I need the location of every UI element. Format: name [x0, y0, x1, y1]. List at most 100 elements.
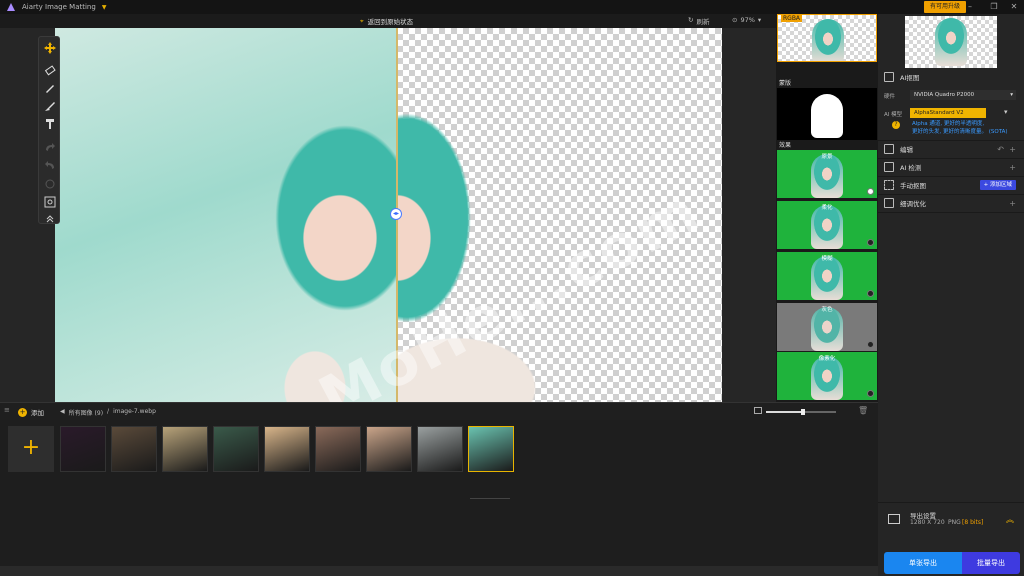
radio-icon[interactable] — [867, 341, 874, 348]
section-refine[interactable]: 细调优化 + — [878, 194, 1024, 212]
add-area-button[interactable]: + 添加区域 — [979, 180, 1016, 190]
rgba-preview[interactable]: RGBA — [777, 14, 877, 62]
model-select[interactable]: AlphaStandard V2 — [910, 108, 986, 118]
collapse-chevron-icon[interactable]: ︽ — [1006, 514, 1014, 525]
section-title: 手动抠图 — [900, 182, 926, 190]
help-icon[interactable]: ? — [892, 121, 900, 129]
file-thumbnail[interactable] — [264, 426, 310, 472]
single-export-button[interactable]: 单张导出 — [884, 552, 962, 574]
horizontal-scrollbar[interactable] — [0, 566, 878, 576]
effects-label: 效果 — [779, 142, 792, 149]
thumbnail-size-slider[interactable] — [766, 409, 836, 415]
model-value: AlphaStandard V2 — [914, 110, 964, 116]
back-arrow-icon[interactable]: ◀ — [60, 408, 65, 417]
plus-icon[interactable]: + — [1009, 145, 1016, 154]
file-thumbnail[interactable] — [315, 426, 361, 472]
mask-preview[interactable] — [777, 88, 877, 140]
section-ai-detect[interactable]: AI 检测 + — [878, 158, 1024, 176]
ai-matting-icon — [884, 72, 894, 82]
chevron-down-icon[interactable]: ▼ — [102, 4, 107, 11]
chevron-down-icon[interactable]: ▾ — [1004, 108, 1008, 116]
add-button[interactable]: + 添加 — [18, 407, 44, 417]
paint-brush-icon[interactable] — [43, 99, 57, 113]
section-title: 细调优化 — [900, 200, 926, 208]
export-settings[interactable]: 导出设置 1280 X 720 PNG [8 bits] ︽ — [878, 512, 1024, 548]
settings-sidebar: AI抠图 硬件 NVIDIA Quadro P2000 ▾ AI 模型 Alph… — [878, 14, 1024, 576]
file-thumbnail[interactable] — [111, 426, 157, 472]
mask-subject — [811, 94, 843, 138]
undo-icon[interactable]: ↶ — [997, 145, 1004, 154]
trash-icon[interactable]: 🗑 — [858, 406, 868, 415]
breadcrumb-separator: / — [107, 408, 110, 415]
brush-icon[interactable] — [43, 81, 57, 95]
radio-icon[interactable] — [867, 390, 874, 397]
batch-export-button[interactable]: 批量导出 — [962, 552, 1020, 574]
chevron-down-icon: ▾ — [1010, 92, 1013, 98]
file-thumbnail[interactable] — [366, 426, 412, 472]
canvas-toolbar: ⌖ 返回到原始状态 ↻ 刷新 ⊙ 97% ▾ — [0, 14, 776, 28]
section-ai-matting[interactable]: AI抠图 — [878, 70, 1024, 84]
close-icon[interactable]: ✕ — [1006, 0, 1022, 14]
chevron-down-icon: ▾ — [757, 16, 762, 24]
export-resolution: 1280 X 720 — [910, 519, 945, 526]
section-title: AI 检测 — [900, 164, 922, 172]
file-thumbnail[interactable] — [213, 426, 259, 472]
rgba-label: RGBA — [781, 15, 803, 22]
model-description-line2: 更好的头发, 更好的清晰度量。 (SOTA) — [912, 129, 1008, 135]
app-logo-icon — [7, 3, 15, 11]
minimize-icon[interactable]: – — [962, 0, 978, 14]
plus-icon[interactable]: + — [1009, 163, 1016, 172]
thumb-subject — [935, 18, 967, 66]
hardware-select[interactable]: NVIDIA Quadro P2000 ▾ — [910, 90, 1016, 100]
plus-icon[interactable]: + — [1009, 199, 1016, 208]
selected-check-icon[interactable] — [867, 188, 874, 195]
collapse-icon[interactable] — [43, 211, 57, 225]
refresh-button[interactable]: ↻ 刷新 — [688, 16, 709, 26]
menu-icon[interactable]: ≡ — [4, 406, 10, 414]
fit-screen-icon[interactable] — [43, 195, 57, 209]
effect-subject — [811, 205, 843, 249]
crop-icon: ⌖ — [360, 16, 364, 25]
effect-pixelate[interactable]: 像素化 — [777, 352, 877, 400]
section-edit[interactable]: 编辑 ↶ + — [878, 140, 1024, 158]
add-image-tile[interactable]: + — [8, 426, 54, 472]
redo-icon[interactable] — [43, 141, 57, 155]
model-description-line1: Alpha 通道, 更好的半透明度, — [912, 121, 985, 127]
effect-gray[interactable]: 灰色 — [777, 303, 877, 351]
slider-knob[interactable] — [801, 409, 805, 415]
upgrade-button[interactable]: 有可用升级 — [923, 1, 966, 13]
revert-button[interactable]: ⌖ 返回到原始状态 — [360, 16, 413, 27]
export-format: PNG — [948, 519, 961, 526]
file-bar: ≡ + 添加 ◀ 所有图像 (9) / image-7.webp 🗑 — [0, 402, 878, 420]
eraser-icon[interactable] — [43, 63, 57, 77]
effect-caption: 模糊 — [821, 256, 833, 262]
divider — [878, 502, 1024, 503]
radio-icon[interactable] — [867, 239, 874, 246]
image-size-icon — [754, 407, 762, 414]
roller-icon[interactable] — [43, 117, 57, 131]
image-strip: + — [0, 420, 878, 566]
undo-icon[interactable] — [43, 159, 57, 173]
effect-soften[interactable]: 柔化 — [777, 201, 877, 249]
slider-fill — [766, 411, 801, 413]
radio-icon[interactable] — [867, 290, 874, 297]
move-tool-icon[interactable] — [43, 41, 57, 55]
reset-icon[interactable] — [43, 177, 57, 191]
effect-blur[interactable]: 模糊 — [777, 252, 877, 300]
maximize-icon[interactable]: ❐ — [986, 0, 1002, 14]
breadcrumb-all-images[interactable]: 所有图像 (9) — [69, 408, 103, 417]
file-thumbnail[interactable] — [162, 426, 208, 472]
section-manual-matting[interactable]: 手动抠图 + 添加区域 — [878, 176, 1024, 194]
zoom-level: 97% — [740, 16, 755, 24]
refresh-label: 刷新 — [696, 18, 710, 26]
hardware-value: NVIDIA Quadro P2000 — [914, 92, 975, 98]
file-thumbnail[interactable] — [60, 426, 106, 472]
app-title: Aiarty Image Matting — [22, 3, 96, 11]
compare-handle-icon[interactable]: ◂▸ — [390, 208, 402, 220]
effect-original[interactable]: 原景 — [777, 150, 877, 198]
breadcrumb: ◀ 所有图像 (9) / image-7.webp — [60, 408, 156, 417]
file-thumbnail[interactable] — [417, 426, 463, 472]
refresh-icon: ↻ — [688, 16, 694, 24]
file-thumbnail[interactable] — [468, 426, 514, 472]
zoom-control[interactable]: ⊙ 97% ▾ — [732, 16, 761, 24]
